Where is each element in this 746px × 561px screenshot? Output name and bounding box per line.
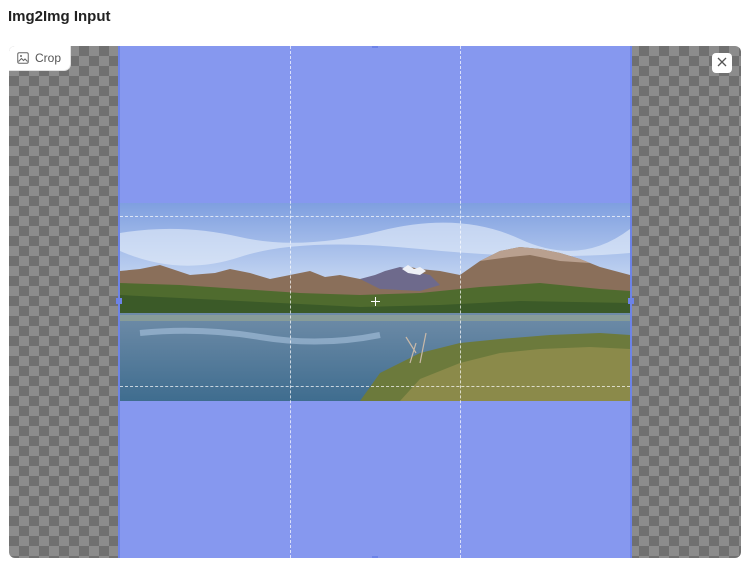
crop-button-label: Crop (35, 51, 62, 65)
crop-center-crosshair-icon (371, 297, 380, 306)
close-icon (717, 54, 727, 72)
crop-guide-vertical-2 (460, 46, 461, 558)
close-button[interactable] (712, 53, 732, 73)
component-title: Img2Img Input (8, 8, 111, 25)
crop-guide-horizontal-1 (120, 216, 630, 217)
crop-handle-top[interactable] (372, 46, 378, 48)
crop-handle-right[interactable] (628, 298, 634, 304)
crop-guide-horizontal-2 (120, 386, 630, 387)
crop-area[interactable] (116, 46, 634, 558)
crop-handle-bottom[interactable] (372, 556, 378, 558)
image-editor[interactable]: Crop (9, 46, 741, 558)
crop-button[interactable]: Crop (9, 46, 71, 70)
crop-guide-vertical-1 (290, 46, 291, 558)
crop-handle-left[interactable] (116, 298, 122, 304)
image-icon (17, 52, 29, 64)
